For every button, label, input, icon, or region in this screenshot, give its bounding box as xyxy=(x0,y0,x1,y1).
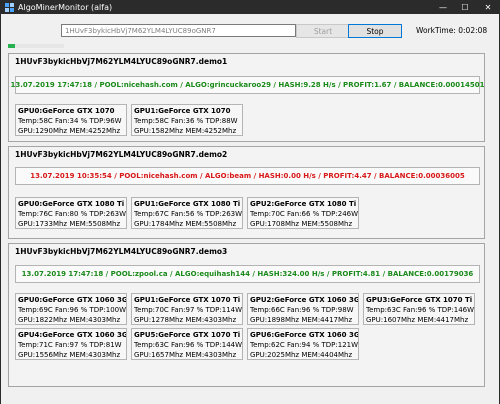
gpu-temp-info: Temp:58C Fan:34 % TDP:96W xyxy=(18,117,122,125)
window-title: AlgoMinerMonitor (alfa) xyxy=(18,2,113,12)
gpu-card: GPU5:GeForce GTX 1070 Ti Temp:63C Fan:96… xyxy=(131,328,243,360)
gpu-name: GPU6:GeForce GTX 1060 3GB xyxy=(250,331,359,339)
gpu-clock-info: GPU:1898Mhz MEM:4417Mhz xyxy=(250,316,353,324)
gpu-name: GPU0:GeForce GTX 1080 Ti xyxy=(18,200,125,208)
gpu-card: GPU2:GeForce GTX 1060 3GB Temp:66C Fan:9… xyxy=(247,293,359,325)
maximize-icon[interactable]: ☐ xyxy=(454,0,476,14)
rig-title: 1HUvF3bykicHbVj7M62YLM4LYUC89oGNR7.demo1 xyxy=(15,57,228,66)
gpu-temp-info: Temp:66C Fan:96 % TDP:98W xyxy=(250,306,354,314)
gpu-card: GPU1:GeForce GTX 1070 Ti Temp:70C Fan:97… xyxy=(131,293,243,325)
gpu-card: GPU2:GeForce GTX 1080 Ti Temp:70C Fan:66… xyxy=(247,197,359,229)
gpu-name: GPU1:GeForce GTX 1080 Ti xyxy=(134,200,241,208)
progress-bar xyxy=(8,44,64,48)
minimize-icon[interactable]: — xyxy=(432,0,454,14)
gpu-clock-info: GPU:1278Mhz MEM:4303Mhz xyxy=(134,316,237,324)
gpu-card: GPU0:GeForce GTX 1060 3GB Temp:69C Fan:9… xyxy=(15,293,127,325)
progress-fill xyxy=(8,44,15,48)
gpu-clock-info: GPU:1556Mhz MEM:4303Mhz xyxy=(18,351,121,359)
gpu-temp-info: Temp:62C Fan:94 % TDP:121W xyxy=(250,341,359,349)
gpu-clock-info: GPU:1657Mhz MEM:4303Mhz xyxy=(134,351,237,359)
stop-button[interactable]: Stop xyxy=(348,24,402,38)
app-logo-icon xyxy=(5,2,14,12)
rig-status: 13.07.2019 10:35:54 / POOL:nicehash.com … xyxy=(15,167,480,185)
worktime-label: WorkTime: 0:02:08 xyxy=(416,26,488,35)
gpu-card: GPU1:GeForce GTX 1080 Ti Temp:67C Fan:56… xyxy=(131,197,243,229)
gpu-card: GPU0:GeForce GTX 1070 Temp:58C Fan:34 % … xyxy=(15,104,127,136)
gpu-clock-info: GPU:2025Mhz MEM:4404Mhz xyxy=(250,351,353,359)
gpu-card: GPU4:GeForce GTX 1060 3GB Temp:71C Fan:9… xyxy=(15,328,127,360)
gpu-card: GPU1:GeForce GTX 1070 Temp:58C Fan:36 % … xyxy=(131,104,243,136)
gpu-card: GPU6:GeForce GTX 1060 3GB Temp:62C Fan:9… xyxy=(247,328,359,360)
gpu-clock-info: GPU:1784Mhz MEM:5508Mhz xyxy=(134,220,237,228)
gpu-card: GPU3:GeForce GTX 1070 Ti Temp:63C Fan:96… xyxy=(363,293,475,325)
close-icon[interactable]: ✕ xyxy=(476,0,500,14)
gpu-temp-info: Temp:69C Fan:96 % TDP:100W xyxy=(18,306,127,314)
gpu-name: GPU1:GeForce GTX 1070 Ti xyxy=(134,296,241,304)
wallet-address-input[interactable] xyxy=(61,24,296,37)
gpu-name: GPU4:GeForce GTX 1060 3GB xyxy=(18,331,127,339)
gpu-temp-info: Temp:58C Fan:36 % TDP:88W xyxy=(134,117,238,125)
gpu-name: GPU0:GeForce GTX 1070 xyxy=(18,107,115,115)
rig-status: 13.07.2019 17:47:18 / POOL:nicehash.com … xyxy=(11,76,485,94)
rig-title: 1HUvF3bykicHbVj7M62YLM4LYUC89oGNR7.demo3 xyxy=(15,247,228,256)
gpu-temp-info: Temp:63C Fan:96 % TDP:144W xyxy=(134,341,243,349)
gpu-name: GPU2:GeForce GTX 1060 3GB xyxy=(250,296,359,304)
rig-status: 13.07.2019 17:47:18 / POOL:zpool.ca / AL… xyxy=(15,265,480,283)
gpu-name: GPU0:GeForce GTX 1060 3GB xyxy=(18,296,127,304)
main-window: Start Stop WorkTime: 0:02:08 1HUvF3bykic… xyxy=(0,14,500,404)
gpu-name: GPU2:GeForce GTX 1080 Ti xyxy=(250,200,357,208)
gpu-clock-info: GPU:1582Mhz MEM:4252Mhz xyxy=(134,127,237,135)
rig-title: 1HUvF3bykicHbVj7M62YLM4LYUC89oGNR7.demo2 xyxy=(15,150,228,159)
gpu-temp-info: Temp:70C Fan:97 % TDP:114W xyxy=(134,306,243,314)
start-button[interactable]: Start xyxy=(296,24,350,38)
gpu-clock-info: GPU:1822Mhz MEM:4303Mhz xyxy=(18,316,121,324)
gpu-card: GPU0:GeForce GTX 1080 Ti Temp:76C Fan:80… xyxy=(15,197,127,229)
gpu-clock-info: GPU:1708Mhz MEM:5508Mhz xyxy=(250,220,353,228)
rig-panel: 1HUvF3bykicHbVj7M62YLM4LYUC89oGNR7.demo2… xyxy=(8,146,485,239)
gpu-temp-info: Temp:71C Fan:97 % TDP:81W xyxy=(18,341,122,349)
gpu-clock-info: GPU:1607Mhz MEM:4417Mhz xyxy=(366,316,469,324)
gpu-temp-info: Temp:63C Fan:96 % TDP:146W xyxy=(366,306,475,314)
gpu-temp-info: Temp:70C Fan:66 % TDP:246W xyxy=(250,210,359,218)
gpu-temp-info: Temp:76C Fan:80 % TDP:263W xyxy=(18,210,127,218)
gpu-name: GPU3:GeForce GTX 1070 Ti xyxy=(366,296,473,304)
gpu-name: GPU1:GeForce GTX 1070 xyxy=(134,107,231,115)
gpu-clock-info: GPU:1733Mhz MEM:5508Mhz xyxy=(18,220,121,228)
gpu-temp-info: Temp:67C Fan:56 % TDP:263W xyxy=(134,210,243,218)
gpu-name: GPU5:GeForce GTX 1070 Ti xyxy=(134,331,241,339)
rig-panel: 1HUvF3bykicHbVj7M62YLM4LYUC89oGNR7.demo1… xyxy=(8,53,485,142)
title-bar: AlgoMinerMonitor (alfa) — ☐ ✕ xyxy=(0,0,500,14)
rig-panel: 1HUvF3bykicHbVj7M62YLM4LYUC89oGNR7.demo3… xyxy=(8,243,485,387)
gpu-clock-info: GPU:1290Mhz MEM:4252Mhz xyxy=(18,127,121,135)
